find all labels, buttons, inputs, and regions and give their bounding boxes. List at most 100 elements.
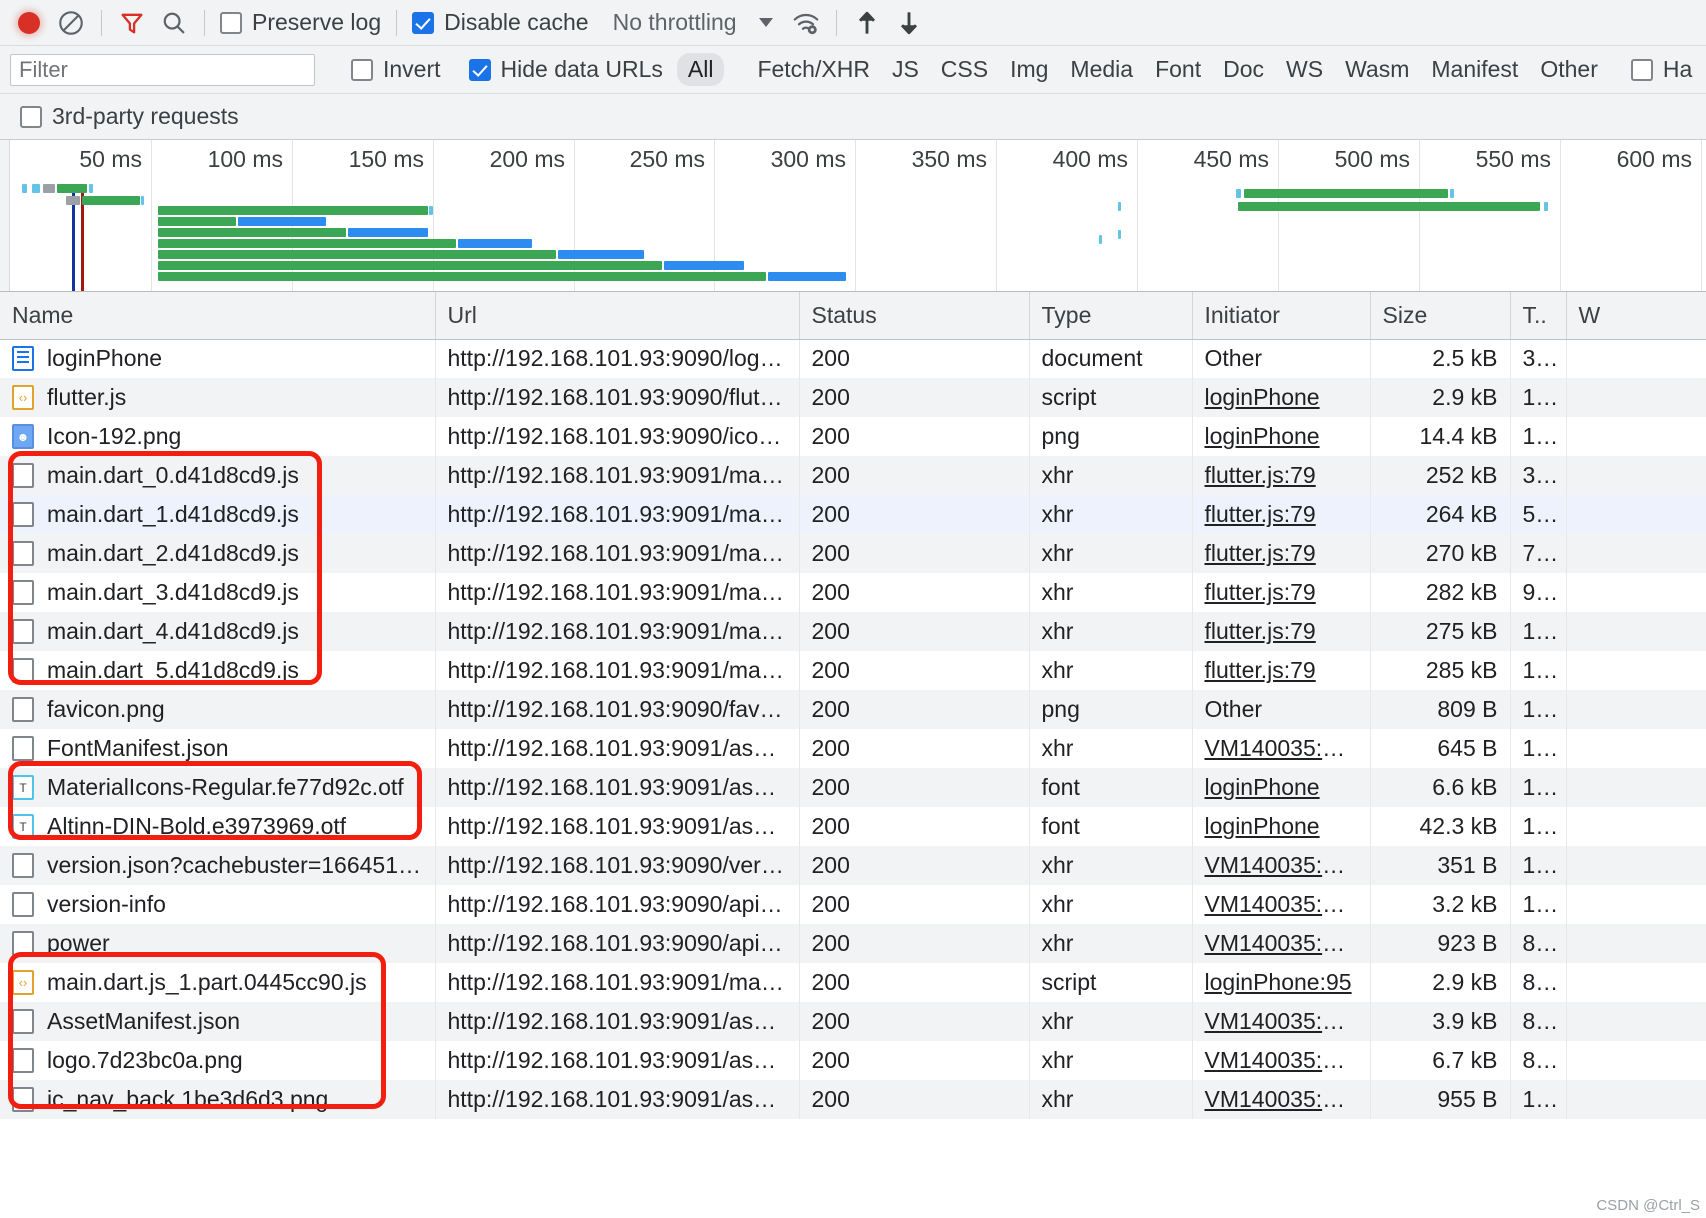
cell-name[interactable]: T Altinn-DIN-Bold.e3973969.otf bbox=[0, 807, 436, 846]
cell-name[interactable]: T MaterialIcons-Regular.fe77d92c.otf bbox=[0, 768, 436, 807]
cell-name[interactable]: main.dart_5.d41d8cd9.js bbox=[0, 651, 436, 690]
column-header-initiator[interactable]: Initiator bbox=[1192, 292, 1371, 340]
chevron-down-icon[interactable] bbox=[758, 18, 773, 27]
overview-timeline[interactable]: 50 ms 100 ms 150 ms 200 ms 250 ms 300 ms 350 m… bbox=[10, 140, 1706, 291]
table-row[interactable]: T MaterialIcons-Regular.fe77d92c.otf http:… bbox=[0, 768, 1706, 807]
initiator-link[interactable]: VM140035:86… bbox=[1205, 1008, 1370, 1034]
filter-type-other[interactable]: Other bbox=[1529, 53, 1609, 86]
cell-name[interactable]: loginPhone bbox=[0, 339, 436, 378]
cell-name[interactable]: AssetManifest.json bbox=[0, 1002, 436, 1041]
table-row[interactable]: ‹› main.dart.js_1.part.0445cc90.js http://… bbox=[0, 963, 1706, 1002]
initiator-link[interactable]: VM140035:86… bbox=[1205, 735, 1370, 761]
disable-cache-checkbox[interactable]: Disable cache bbox=[406, 9, 594, 36]
table-row[interactable]: power http://192.168.101.93:9090/api/i… 20… bbox=[0, 924, 1706, 963]
cell-name[interactable]: main.dart_0.d41d8cd9.js bbox=[0, 456, 436, 495]
initiator-link[interactable]: flutter.js:79 bbox=[1205, 501, 1316, 527]
filter-type-doc[interactable]: Doc bbox=[1212, 53, 1275, 86]
table-row[interactable]: main.dart_2.d41d8cd9.js http://192.168.10… bbox=[0, 534, 1706, 573]
column-header-waterfall[interactable]: W bbox=[1566, 292, 1706, 340]
network-conditions-button[interactable] bbox=[785, 4, 827, 42]
network-overview[interactable]: 50 ms 100 ms 150 ms 200 ms 250 ms 300 ms 350 m… bbox=[0, 140, 1706, 292]
export-har-button[interactable] bbox=[888, 4, 930, 42]
initiator-link[interactable]: loginPhone bbox=[1205, 423, 1320, 449]
initiator-link[interactable]: VM140035:67… bbox=[1205, 852, 1370, 878]
table-row[interactable]: loginPhone http://192.168.101.93:9090/log… bbox=[0, 339, 1706, 378]
overview-request-bar bbox=[158, 272, 766, 281]
table-row[interactable]: main.dart_3.d41d8cd9.js http://192.168.10… bbox=[0, 573, 1706, 612]
column-header-url[interactable]: Url bbox=[435, 292, 800, 340]
column-header-type[interactable]: Type bbox=[1029, 292, 1193, 340]
table-row[interactable]: ‹› flutter.js http://192.168.101.93:9090/f… bbox=[0, 378, 1706, 417]
preserve-log-checkbox[interactable]: Preserve log bbox=[214, 9, 387, 36]
cell-name[interactable]: favicon.png bbox=[0, 690, 436, 729]
cell-initiator: flutter.js:79 bbox=[1192, 534, 1371, 573]
initiator-link[interactable]: flutter.js:79 bbox=[1205, 462, 1316, 488]
record-button[interactable] bbox=[8, 4, 50, 42]
cell-name[interactable]: main.dart_2.d41d8cd9.js bbox=[0, 534, 436, 573]
initiator-link[interactable]: VM140035:98… bbox=[1205, 891, 1370, 917]
cell-name[interactable]: FontManifest.json bbox=[0, 729, 436, 768]
table-row[interactable]: version-info http://192.168.101.93:9090/a… bbox=[0, 885, 1706, 924]
third-party-requests-checkbox[interactable]: 3rd-party requests bbox=[20, 103, 245, 130]
cell-name[interactable]: main.dart_1.d41d8cd9.js bbox=[0, 495, 436, 534]
column-header-name[interactable]: Name bbox=[0, 292, 436, 340]
table-row[interactable]: FontManifest.json http://192.168.101.93:9… bbox=[0, 729, 1706, 768]
filter-type-img[interactable]: Img bbox=[999, 53, 1059, 86]
initiator-link[interactable]: loginPhone bbox=[1205, 813, 1320, 839]
filter-type-fetch-xhr[interactable]: Fetch/XHR bbox=[746, 53, 880, 86]
table-row[interactable]: favicon.png http://192.168.101.93:9090/fa… bbox=[0, 690, 1706, 729]
filter-type-ws[interactable]: WS bbox=[1275, 53, 1334, 86]
table-row[interactable]: ☻ Icon-192.png http://192.168.101.93:9090/… bbox=[0, 417, 1706, 456]
initiator-link[interactable]: VM140035:86… bbox=[1205, 1086, 1370, 1112]
initiator-link[interactable]: flutter.js:79 bbox=[1205, 618, 1316, 644]
filter-type-media[interactable]: Media bbox=[1059, 53, 1144, 86]
cell-name[interactable]: ☻ Icon-192.png bbox=[0, 417, 436, 456]
initiator-link[interactable]: loginPhone bbox=[1205, 384, 1320, 410]
cell-name[interactable]: version-info bbox=[0, 885, 436, 924]
initiator-link[interactable]: VM140035:86… bbox=[1205, 1047, 1370, 1073]
cell-name[interactable]: main.dart_3.d41d8cd9.js bbox=[0, 573, 436, 612]
filter-type-wasm[interactable]: Wasm bbox=[1334, 53, 1420, 86]
table-row[interactable]: T Altinn-DIN-Bold.e3973969.otf http://192.… bbox=[0, 807, 1706, 846]
table-row[interactable]: ic_nav_back.1be3d6d3.png http://192.168.1… bbox=[0, 1080, 1706, 1119]
cell-name[interactable]: main.dart_4.d41d8cd9.js bbox=[0, 612, 436, 651]
filter-type-css[interactable]: CSS bbox=[930, 53, 999, 86]
throttling-select[interactable]: No throttling bbox=[613, 9, 737, 36]
cell-name[interactable]: logo.7d23bc0a.png bbox=[0, 1041, 436, 1080]
filter-type-js[interactable]: JS bbox=[881, 53, 930, 86]
cell-name[interactable]: version.json?cachebuster=1664514… bbox=[0, 846, 436, 885]
table-row[interactable]: logo.7d23bc0a.png http://192.168.101.93:9… bbox=[0, 1041, 1706, 1080]
table-row[interactable]: version.json?cachebuster=1664514… http://… bbox=[0, 846, 1706, 885]
clear-button[interactable] bbox=[50, 4, 92, 42]
initiator-link[interactable]: flutter.js:79 bbox=[1205, 540, 1316, 566]
column-header-status[interactable]: Status bbox=[799, 292, 1030, 340]
initiator-link[interactable]: flutter.js:79 bbox=[1205, 657, 1316, 683]
filter-type-font[interactable]: Font bbox=[1144, 53, 1212, 86]
invert-checkbox[interactable]: Invert bbox=[345, 56, 447, 83]
column-header-time[interactable]: T.. bbox=[1510, 292, 1567, 340]
hide-data-urls-checkbox[interactable]: Hide data URLs bbox=[463, 56, 669, 83]
initiator-link[interactable]: loginPhone bbox=[1205, 774, 1320, 800]
filter-type-manifest[interactable]: Manifest bbox=[1420, 53, 1529, 86]
initiator-link[interactable]: loginPhone:95 bbox=[1205, 969, 1352, 995]
initiator-link[interactable]: VM140035:98… bbox=[1205, 930, 1370, 956]
filter-toggle-button[interactable] bbox=[111, 4, 153, 42]
requests-table-container[interactable]: Name Url Status Type Initiator Size T.. … bbox=[0, 292, 1706, 1218]
cell-name[interactable]: ic_nav_back.1be3d6d3.png bbox=[0, 1080, 436, 1119]
cell-name[interactable]: power bbox=[0, 924, 436, 963]
cell-name[interactable]: ‹› flutter.js bbox=[0, 378, 436, 417]
cell-status: 200 bbox=[799, 1080, 1030, 1119]
table-row[interactable]: AssetManifest.json http://192.168.101.93:… bbox=[0, 1002, 1706, 1041]
import-har-button[interactable] bbox=[846, 4, 888, 42]
has-blocked-cookies-checkbox[interactable]: Ha bbox=[1625, 56, 1698, 83]
cell-name[interactable]: ‹› main.dart.js_1.part.0445cc90.js bbox=[0, 963, 436, 1002]
search-button[interactable] bbox=[153, 4, 195, 42]
table-row[interactable]: main.dart_5.d41d8cd9.js http://192.168.10… bbox=[0, 651, 1706, 690]
initiator-link[interactable]: flutter.js:79 bbox=[1205, 579, 1316, 605]
table-row[interactable]: main.dart_4.d41d8cd9.js http://192.168.10… bbox=[0, 612, 1706, 651]
filter-type-all[interactable]: All bbox=[676, 53, 725, 86]
table-row[interactable]: main.dart_0.d41d8cd9.js http://192.168.10… bbox=[0, 456, 1706, 495]
table-row[interactable]: main.dart_1.d41d8cd9.js http://192.168.10… bbox=[0, 495, 1706, 534]
filter-input[interactable] bbox=[10, 53, 315, 86]
column-header-size[interactable]: Size bbox=[1370, 292, 1511, 340]
